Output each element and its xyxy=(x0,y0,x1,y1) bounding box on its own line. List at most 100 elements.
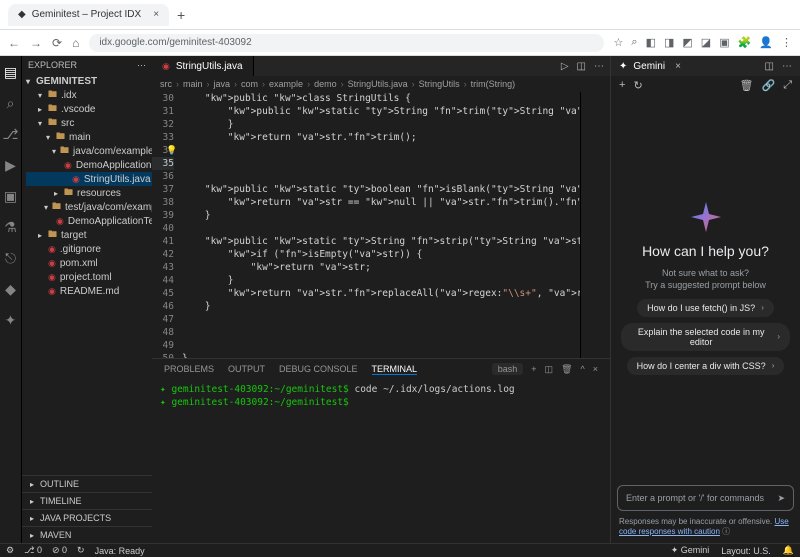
ai-icon[interactable]: ✦ xyxy=(5,312,17,329)
status-item[interactable]: ✦ Gemini xyxy=(671,545,710,556)
folder-item[interactable]: ▾🖿java/com/example/demo xyxy=(26,144,152,158)
test-icon[interactable]: ⚗ xyxy=(4,219,17,236)
close-panel-icon[interactable]: × xyxy=(593,364,598,374)
gemini-panel: ✦ Gemini × ◫ ⋯ + ↻ 🗑 🔗 ⤢ How xyxy=(610,56,800,543)
panel-tab-terminal[interactable]: TERMINAL xyxy=(372,364,418,375)
close-tab-icon[interactable]: × xyxy=(153,9,159,20)
folder-item[interactable]: ▾🖿.idx xyxy=(26,88,152,102)
file-item[interactable]: ◉StringUtils.java xyxy=(26,172,152,186)
source-control-icon[interactable]: ⎇ xyxy=(2,126,18,143)
more-gemini-icon[interactable]: ⋯ xyxy=(782,61,792,72)
ext-icon-2[interactable]: ◨ xyxy=(664,36,674,49)
file-item[interactable]: ◉pom.xml xyxy=(26,256,152,270)
reload-icon[interactable]: ⟳ xyxy=(52,36,62,50)
status-item[interactable]: Java: Ready xyxy=(95,545,145,556)
sidebar-section[interactable]: ▸TIMELINE xyxy=(22,492,152,509)
folder-item[interactable]: ▾🖿main xyxy=(26,130,152,144)
extensions-icon[interactable]: ▣ xyxy=(4,188,17,205)
new-tab-button[interactable]: + xyxy=(177,7,185,23)
status-item[interactable]: ⊘ 0 xyxy=(52,545,67,556)
maximize-panel-icon[interactable]: ^ xyxy=(581,364,585,374)
debug-icon[interactable]: ▶ xyxy=(5,157,16,174)
suggestion-chip[interactable]: Explain the selected code in my editor› xyxy=(621,323,790,351)
split-right-icon[interactable]: ◫ xyxy=(765,61,774,72)
panel-tab-problems[interactable]: PROBLEMS xyxy=(164,364,214,374)
file-item[interactable]: ◉DemoApplication.java xyxy=(26,158,152,172)
lightbulb-icon[interactable]: 💡 xyxy=(166,145,177,158)
sidebar-section[interactable]: ▸JAVA PROJECTS xyxy=(22,509,152,526)
new-terminal-icon[interactable]: + xyxy=(531,364,536,374)
project-root[interactable]: ▾GEMINITEST xyxy=(22,74,152,88)
panel: PROBLEMS OUTPUT DEBUG CONSOLE TERMINAL bash… xyxy=(152,358,610,543)
breadcrumb[interactable]: src›main›java›com›example›demo›StringUti… xyxy=(152,76,610,92)
menu-icon[interactable]: ⋮ xyxy=(781,36,792,49)
status-item[interactable]: ⚙ xyxy=(6,545,14,556)
terminal-body[interactable]: ✦ geminitest-403092:~/geminitest$ code ~… xyxy=(152,379,610,543)
editor-tabs: ◉ StringUtils.java ▷ ◫ ⋯ xyxy=(152,56,610,76)
delete-icon[interactable]: 🗑 xyxy=(740,79,754,92)
remote-icon[interactable]: ⎋ xyxy=(5,250,16,267)
suggestion-chip[interactable]: How do I use fetch() in JS?› xyxy=(637,299,774,317)
status-item[interactable]: ⎇ 0 xyxy=(24,545,42,556)
ext-icon-1[interactable]: ◧ xyxy=(646,36,656,49)
puzzle-icon[interactable]: 🧩 xyxy=(738,36,752,49)
status-item[interactable]: 🔔 xyxy=(783,545,794,556)
new-chat-icon[interactable]: + xyxy=(619,79,625,91)
expand-icon[interactable]: ⤢ xyxy=(783,79,792,92)
explorer-icon[interactable]: ▤ xyxy=(4,64,17,81)
panel-tabs: PROBLEMS OUTPUT DEBUG CONSOLE TERMINAL bash… xyxy=(152,359,610,379)
browser-tab[interactable]: ◆ Geminitest – Project IDX × xyxy=(8,4,169,26)
file-item[interactable]: ◉DemoApplicationTests.java xyxy=(26,214,152,228)
file-item[interactable]: ◉README.md xyxy=(26,284,152,298)
account-icon[interactable]: 👤 xyxy=(759,36,773,49)
status-item[interactable]: Layout: U.S. xyxy=(721,545,771,556)
minimap[interactable] xyxy=(580,92,610,358)
code-editor[interactable]: 💡 30313233343536373839404142434445464748… xyxy=(152,92,610,358)
history-icon[interactable]: ↻ xyxy=(633,79,642,92)
ide-root: ▤ ⌕ ⎇ ▶ ▣ ⚗ ⎋ ◆ ✦ EXPLORER ⋯ ▾GEMINITEST… xyxy=(0,56,800,543)
folder-item[interactable]: ▸🖿.vscode xyxy=(26,102,152,116)
panel-tab-debug-console[interactable]: DEBUG CONSOLE xyxy=(279,364,358,374)
back-icon[interactable]: ← xyxy=(8,36,20,50)
search-activity-icon[interactable]: ⌕ xyxy=(7,95,15,112)
search-icon[interactable]: ⌕ xyxy=(631,36,637,49)
sidebar-section[interactable]: ▸OUTLINE xyxy=(22,475,152,492)
file-item[interactable]: ◉project.toml xyxy=(26,270,152,284)
terminal-shell-label[interactable]: bash xyxy=(492,363,524,375)
kill-terminal-icon[interactable]: 🗑 xyxy=(561,364,572,375)
ext-icon-3[interactable]: ◩ xyxy=(682,36,692,49)
folder-item[interactable]: ▾🖿src xyxy=(26,116,152,130)
gemini-tab-title: Gemini xyxy=(633,61,665,72)
run-icon[interactable]: ▷ xyxy=(561,61,569,72)
ext-icon-4[interactable]: ◪ xyxy=(701,36,711,49)
prompt-placeholder: Enter a prompt or '/' for commands xyxy=(626,493,764,503)
browser-titlebar: ◆ Geminitest – Project IDX × + xyxy=(0,0,800,30)
folder-item[interactable]: ▸🖿resources xyxy=(26,186,152,200)
link-icon[interactable]: 🔗 xyxy=(761,79,775,92)
more-icon[interactable]: ⋯ xyxy=(594,61,604,72)
home-icon[interactable]: ⌂ xyxy=(72,36,79,50)
tab-favicon: ◆ xyxy=(18,9,26,20)
folder-item[interactable]: ▾🖿test/java/com/example/demo xyxy=(26,200,152,214)
editor-tab-stringutils[interactable]: ◉ StringUtils.java xyxy=(152,56,254,76)
ext-icon-5[interactable]: ▣ xyxy=(719,36,729,49)
url-input[interactable]: idx.google.com/geminitest-403092 xyxy=(89,34,603,52)
sidebar-more-icon[interactable]: ⋯ xyxy=(137,60,146,71)
folder-item[interactable]: ▸🖿target xyxy=(26,228,152,242)
suggestion-chip[interactable]: How do I center a div with CSS?› xyxy=(627,357,785,375)
send-icon[interactable]: ➤ xyxy=(777,493,785,504)
split-terminal-icon[interactable]: ◫ xyxy=(545,364,554,375)
star-icon[interactable]: ☆ xyxy=(614,36,624,49)
explorer-sidebar: EXPLORER ⋯ ▾GEMINITEST ▾🖿.idx▸🖿.vscode▾🖿… xyxy=(22,56,152,543)
idx-icon[interactable]: ◆ xyxy=(5,281,16,298)
forward-icon[interactable]: → xyxy=(30,36,42,50)
split-icon[interactable]: ◫ xyxy=(577,61,586,72)
sidebar-section[interactable]: ▸MAVEN xyxy=(22,526,152,543)
gemini-disclaimer: Responses may be inaccurate or offensive… xyxy=(611,517,800,543)
file-item[interactable]: ◉.gitignore xyxy=(26,242,152,256)
close-gemini-tab-icon[interactable]: × xyxy=(675,61,681,72)
panel-tab-output[interactable]: OUTPUT xyxy=(228,364,265,374)
gemini-logo-icon xyxy=(688,199,724,235)
gemini-prompt-input[interactable]: Enter a prompt or '/' for commands ➤ xyxy=(617,485,794,511)
status-item[interactable]: ↻ xyxy=(77,545,85,556)
